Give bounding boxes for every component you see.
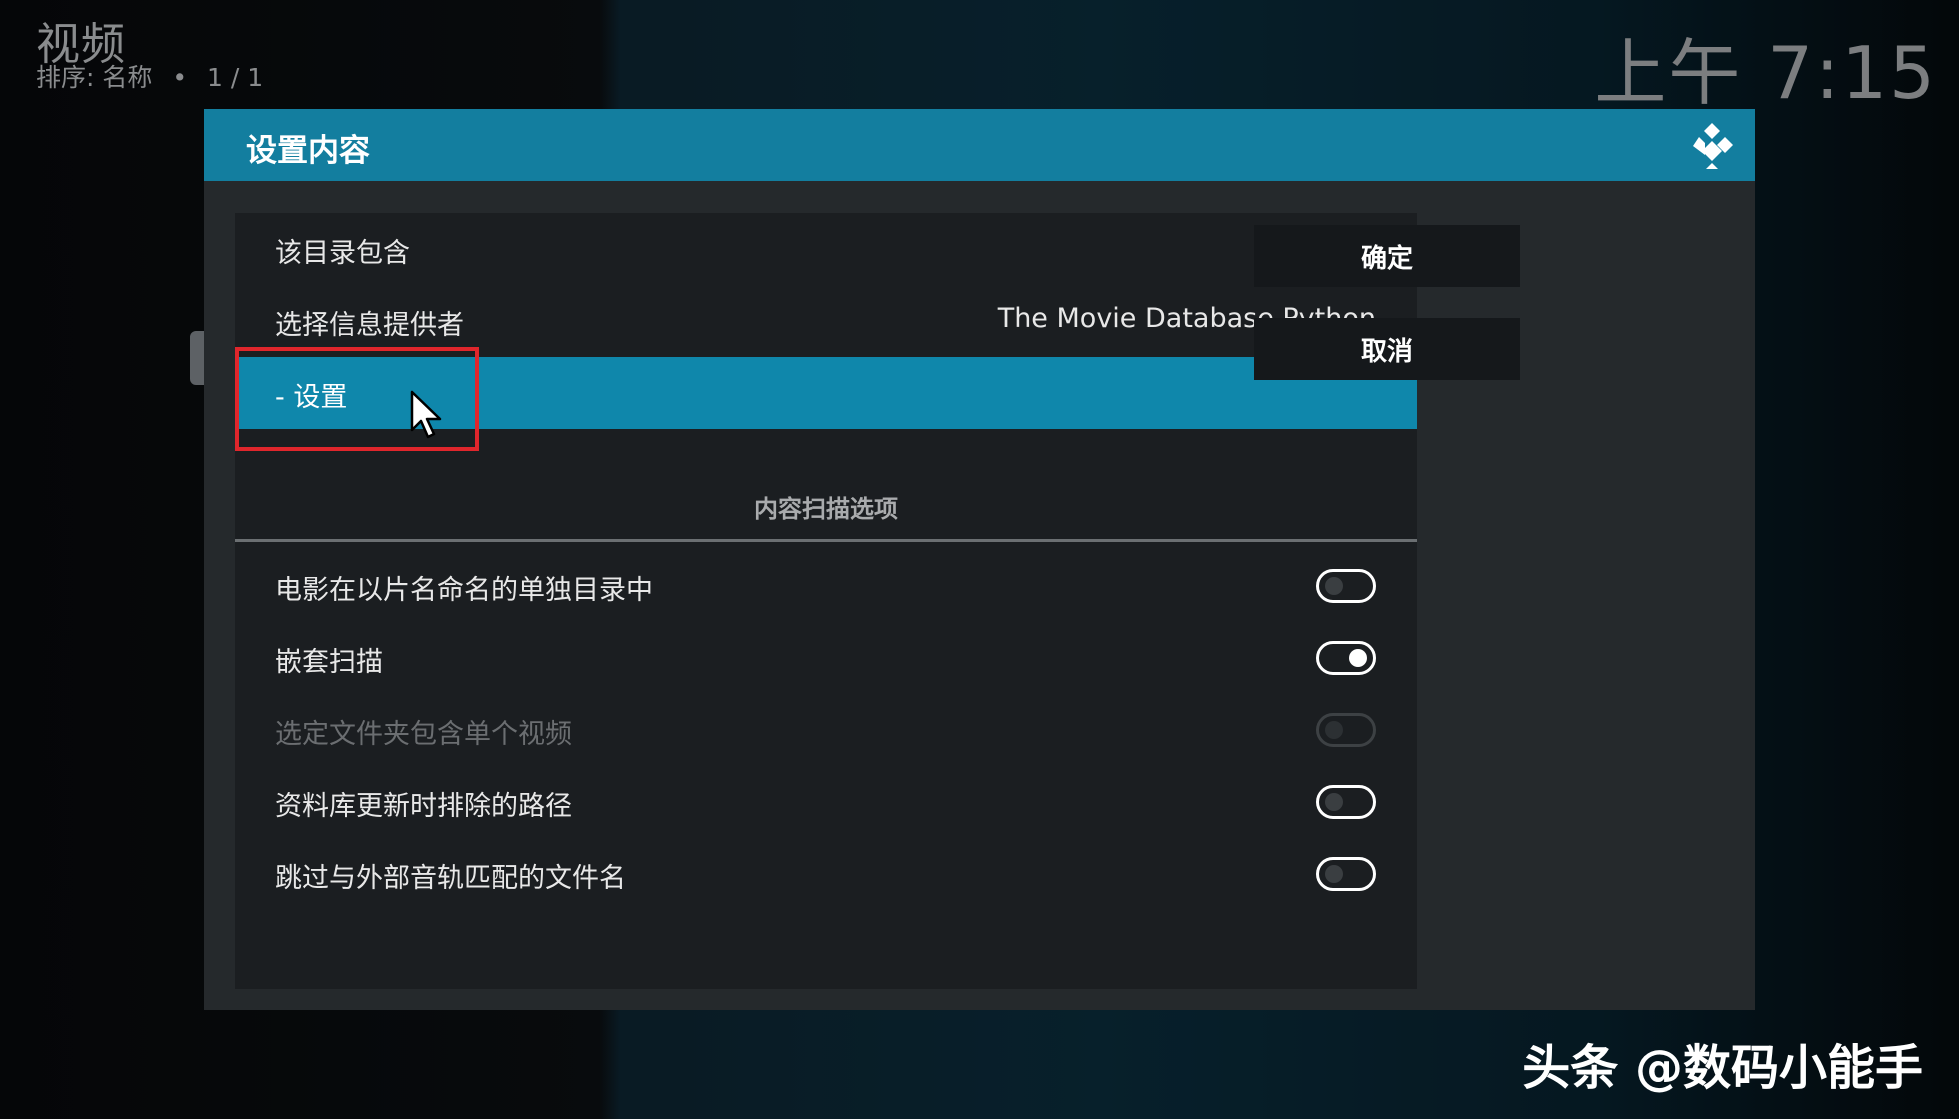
option-single-video-toggle [1316,713,1376,747]
toggle-knob [1325,865,1343,883]
section-header-label: 内容扫描选项 [754,495,898,523]
dialog-title: 设置内容 [246,133,370,169]
row-content-type[interactable]: 该目录包含 电影 [235,213,1417,285]
option-recursive-scan[interactable]: 嵌套扫描 [235,622,1417,694]
toggle-knob [1325,577,1343,595]
settings-list: 该目录包含 电影 选择信息提供者 The Movie Database Pyth… [235,213,1417,989]
option-skip-audio-match[interactable]: 跳过与外部音轨匹配的文件名 [235,838,1417,910]
option-separate-folders-toggle[interactable] [1316,569,1376,603]
section-header: 内容扫描选项 [235,459,1417,542]
toggle-knob [1325,793,1343,811]
watermark: 头条 @数码小能手 [1522,1040,1923,1096]
row-info-provider-label: 选择信息提供者 [275,310,464,341]
clock: 上午 7:15 [1594,31,1937,115]
option-separate-folders[interactable]: 电影在以片名命名的单独目录中 [235,550,1417,622]
option-exclude-path-label: 资料库更新时排除的路径 [275,791,572,822]
option-exclude-path-toggle[interactable] [1316,785,1376,819]
option-separate-folders-label: 电影在以片名命名的单独目录中 [275,575,653,606]
dialog-header: 设置内容 [204,109,1755,181]
kodi-logo-icon [1693,123,1733,169]
mouse-cursor-icon [410,390,442,439]
sort-info: 排序: 名称 • 1 / 1 [36,58,263,94]
toggle-knob [1349,649,1367,667]
page-count: 1 / 1 [207,63,264,92]
option-single-video: 选定文件夹包含单个视频 [235,694,1417,766]
option-single-video-label: 选定文件夹包含单个视频 [275,719,572,750]
sort-separator: • [172,63,188,92]
option-skip-audio-match-label: 跳过与外部音轨匹配的文件名 [275,863,626,894]
option-recursive-scan-toggle[interactable] [1316,641,1376,675]
option-exclude-path[interactable]: 资料库更新时排除的路径 [235,766,1417,838]
set-content-dialog: 设置内容 该目录包含 电影 选择信息提供者 The Movie Database… [204,109,1755,1010]
sort-label: 排序: 名称 [36,63,153,92]
side-scroll-handle[interactable] [190,331,204,385]
option-skip-audio-match-toggle[interactable] [1316,857,1376,891]
option-recursive-scan-label: 嵌套扫描 [275,647,383,678]
row-content-type-label: 该目录包含 [275,238,410,269]
cancel-button[interactable]: 取消 [1254,318,1520,380]
toggle-knob [1325,721,1343,739]
ok-button[interactable]: 确定 [1254,225,1520,287]
